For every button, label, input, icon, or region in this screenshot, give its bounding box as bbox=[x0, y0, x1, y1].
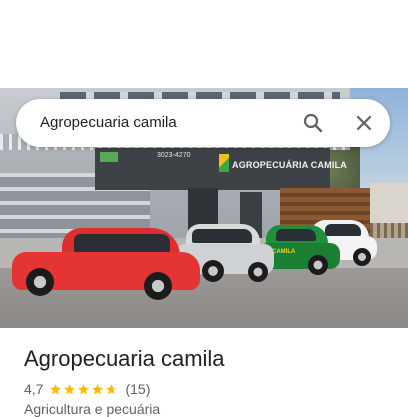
photo-van-text: CAMILA bbox=[272, 249, 296, 255]
star-icon bbox=[50, 383, 62, 394]
star-icon bbox=[64, 383, 76, 394]
rating-value: 4,7 bbox=[24, 381, 44, 397]
photo-sign-logo bbox=[219, 154, 229, 172]
place-title[interactable]: Agropecuaria camila bbox=[24, 346, 225, 372]
close-icon[interactable] bbox=[352, 111, 376, 135]
rating-row[interactable]: 4,7 (15) bbox=[24, 380, 150, 398]
star-icon bbox=[78, 383, 90, 394]
search-input[interactable]: Agropecuaria camila bbox=[40, 114, 177, 131]
star-icon bbox=[106, 383, 118, 394]
photo-house-right bbox=[370, 183, 408, 223]
photo-car-red bbox=[12, 228, 200, 302]
search-bar[interactable]: Agropecuaria camila bbox=[16, 99, 390, 147]
photo-sign-text: AGROPECUÁRIA CAMILA bbox=[232, 160, 347, 170]
map-header-blank bbox=[0, 0, 408, 88]
search-icon[interactable] bbox=[301, 111, 325, 135]
photo-sign-green-logo bbox=[100, 152, 118, 162]
rating-stars bbox=[49, 383, 119, 396]
review-count[interactable]: (15) bbox=[125, 381, 150, 397]
place-category: Agricultura e pecuária bbox=[24, 401, 161, 417]
photo-sign-phone: 3023-4270 bbox=[157, 152, 191, 159]
star-icon bbox=[92, 383, 104, 394]
